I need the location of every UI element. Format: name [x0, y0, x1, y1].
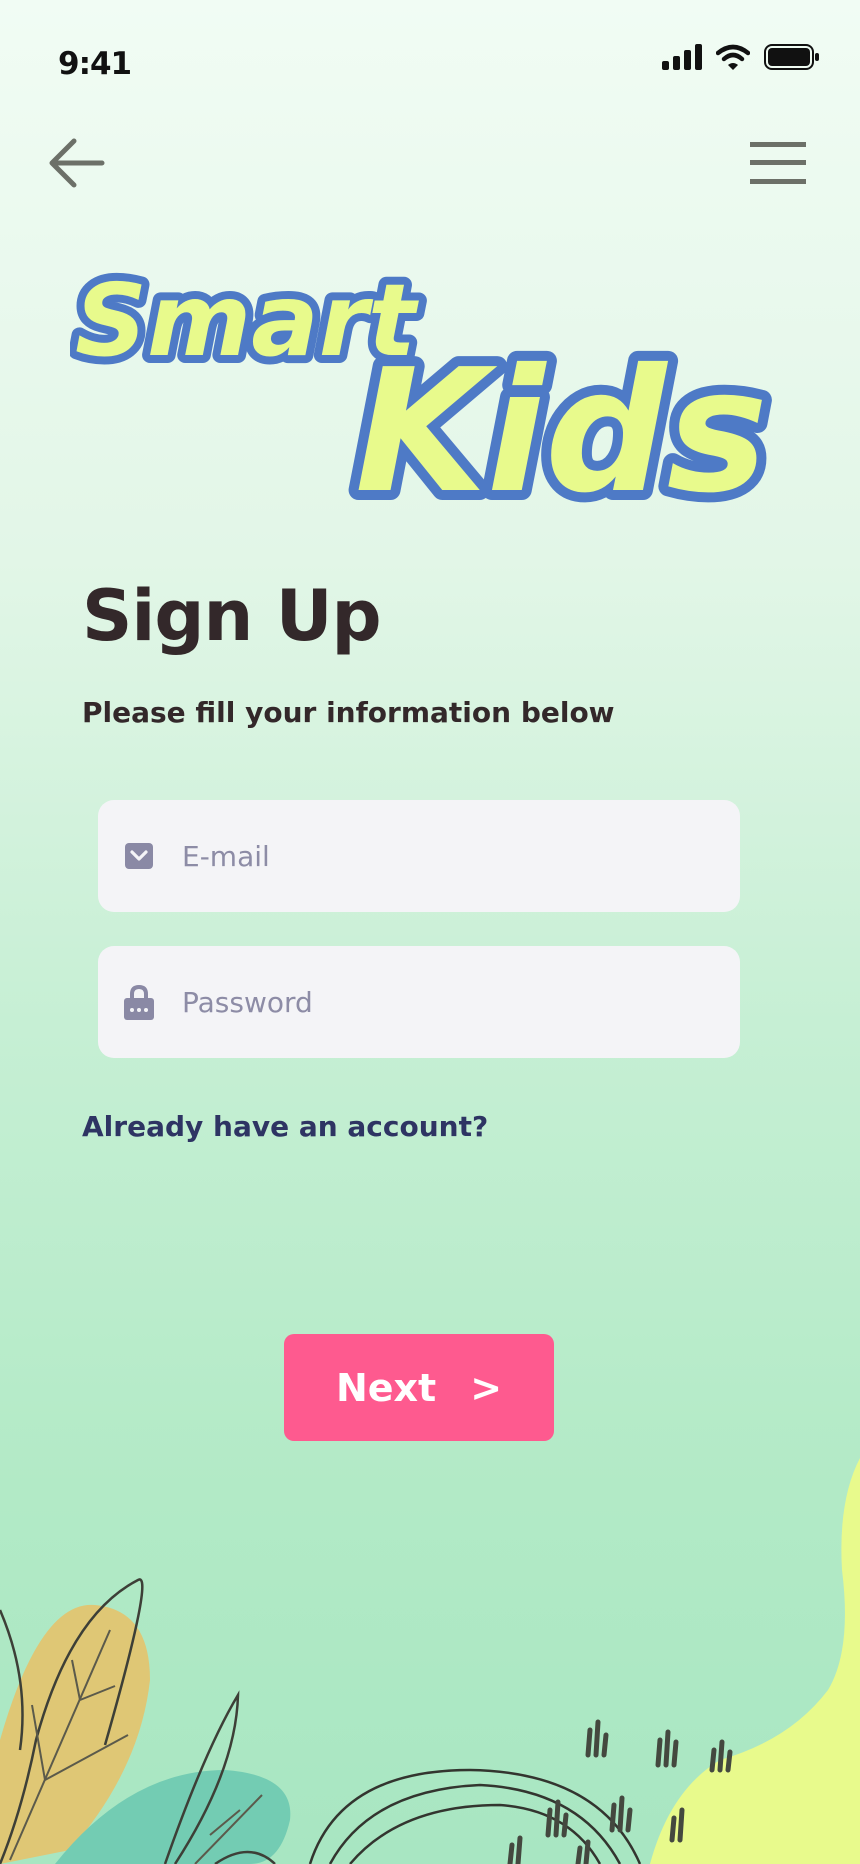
- decorative-foliage-illustration: [0, 1458, 860, 1864]
- page-title: Sign Up: [82, 575, 382, 657]
- chevron-right-icon: >: [470, 1365, 503, 1410]
- wifi-icon: [716, 44, 750, 70]
- status-icons: [662, 44, 820, 70]
- password-field[interactable]: [98, 946, 740, 1058]
- battery-icon: [764, 44, 819, 70]
- already-have-account-link[interactable]: Already have an account?: [82, 1110, 488, 1143]
- cellular-signal-icon: [662, 44, 702, 70]
- lock-icon: [124, 984, 154, 1020]
- next-button-label: Next: [335, 1365, 437, 1410]
- status-time: 9:41: [58, 46, 132, 82]
- envelope-icon: [124, 841, 154, 871]
- next-button[interactable]: Next >: [284, 1334, 554, 1441]
- menu-button[interactable]: [748, 138, 808, 188]
- email-field[interactable]: [98, 800, 740, 912]
- arrow-left-icon: [49, 138, 105, 188]
- yellow-blob-shape: [650, 1458, 860, 1864]
- logo-word-kids: Kids: [355, 333, 768, 531]
- page-subtitle: Please fill your information below: [82, 696, 615, 729]
- back-button[interactable]: [44, 130, 110, 196]
- password-input[interactable]: [180, 984, 704, 1020]
- status-bar: 9:41: [0, 0, 860, 110]
- email-input[interactable]: [180, 838, 704, 874]
- hamburger-menu-icon: [750, 142, 806, 184]
- scribble-shape: [308, 1768, 642, 1864]
- smart-kids-logo: Smart Kids: [70, 255, 778, 535]
- sign-up-screen: 9:41 Smart Kids Sign Up Please fill your…: [0, 0, 860, 1864]
